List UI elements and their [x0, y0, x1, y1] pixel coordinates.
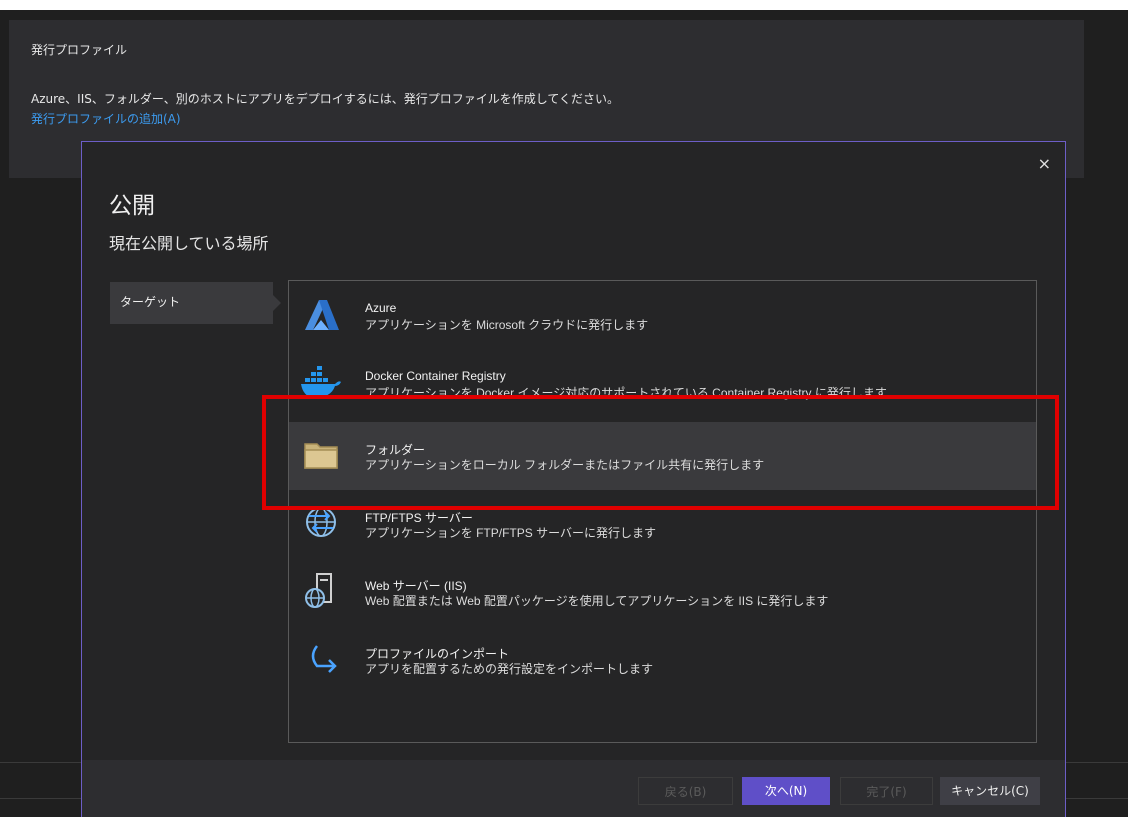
divider: [1066, 762, 1128, 763]
close-icon[interactable]: ×: [1038, 154, 1051, 173]
target-description: アプリケーションを Microsoft クラウドに発行します: [365, 318, 649, 332]
next-button[interactable]: 次へ(N): [742, 777, 830, 805]
finish-button[interactable]: 完了(F): [840, 777, 933, 805]
dialog-footer: 戻る(B) 次へ(N) 完了(F) キャンセル(C): [82, 760, 1065, 817]
target-item-import[interactable]: プロファイルのインポート アプリを配置するための発行設定をインポートします: [289, 626, 1036, 694]
publish-profile-title: 発行プロファイル: [31, 43, 128, 57]
web-server-icon: [305, 573, 332, 608]
cancel-button[interactable]: キャンセル(C): [940, 777, 1040, 805]
nav-item-target[interactable]: ターゲット: [110, 282, 281, 324]
add-publish-profile-link[interactable]: 発行プロファイルの追加(A): [31, 110, 181, 127]
target-description: Web 配置または Web 配置パッケージを使用してアプリケーションを IIS …: [365, 594, 829, 608]
dialog-title: 公開: [109, 193, 155, 219]
azure-icon: [305, 300, 339, 330]
target-item-folder[interactable]: フォルダー アプリケーションをローカル フォルダーまたはファイル共有に発行します: [289, 422, 1036, 490]
nav-item-target-label: ターゲット: [120, 295, 181, 309]
import-arrow-icon: [311, 645, 337, 673]
dialog-subtitle: 現在公開している場所: [109, 234, 269, 253]
target-title: Azure: [365, 301, 397, 315]
target-item-iis[interactable]: Web サーバー (IIS) Web 配置または Web 配置パッケージを使用し…: [289, 558, 1036, 626]
divider: [0, 762, 82, 763]
divider: [1066, 798, 1128, 799]
target-list: Azure アプリケーションを Microsoft クラウドに発行します Doc…: [288, 280, 1037, 743]
target-title: Docker Container Registry: [365, 369, 506, 383]
target-item-docker[interactable]: Docker Container Registry アプリケーションを Dock…: [289, 350, 1036, 418]
publish-profile-description: Azure、IIS、フォルダー、別のホストにアプリをデプロイするには、発行プロフ…: [31, 92, 620, 106]
docker-icon: [301, 366, 341, 398]
ftp-globe-icon: [306, 507, 336, 537]
target-description: アプリケーションをローカル フォルダーまたはファイル共有に発行します: [365, 458, 765, 472]
target-item-ftp[interactable]: FTP/FTPS サーバー アプリケーションを FTP/FTPS サーバーに発行…: [289, 490, 1036, 558]
divider: [0, 798, 82, 799]
target-description: アプリケーションを Docker イメージ対応のサポートされている Contai…: [365, 386, 887, 400]
target-description: アプリケーションを FTP/FTPS サーバーに発行します: [365, 526, 656, 540]
target-item-azure[interactable]: Azure アプリケーションを Microsoft クラウドに発行します: [289, 282, 1036, 350]
folder-icon: [304, 443, 338, 469]
back-button[interactable]: 戻る(B): [638, 777, 733, 805]
target-description: アプリを配置するための発行設定をインポートします: [365, 662, 654, 676]
publish-dialog: × 公開 現在公開している場所 ターゲット Azure アプリケーションを Mi…: [81, 141, 1066, 817]
